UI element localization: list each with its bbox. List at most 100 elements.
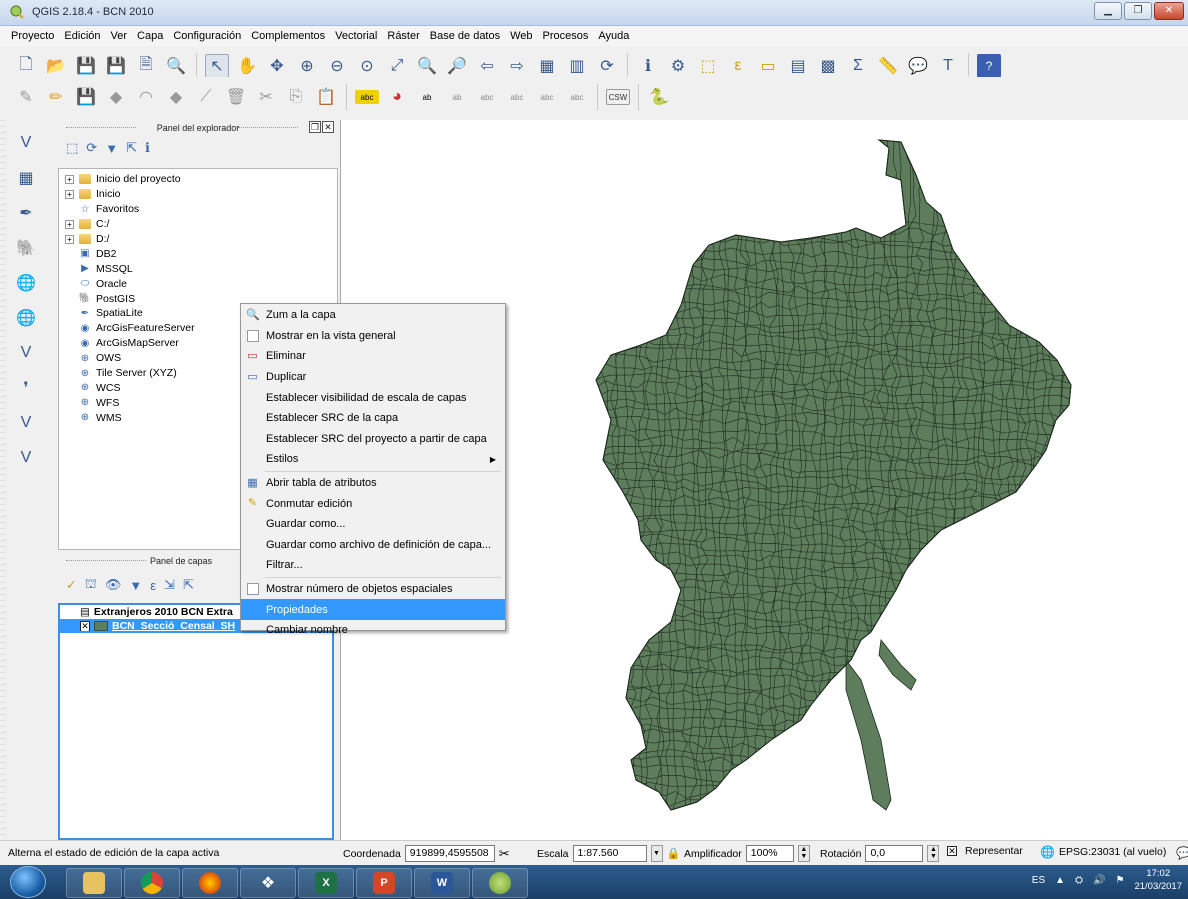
menu-complementos[interactable]: Complementos xyxy=(246,30,330,42)
zoom-next-icon[interactable]: ⇨ xyxy=(505,54,529,78)
volume-icon[interactable]: 🔊 xyxy=(1093,875,1105,886)
menu-vectorial[interactable]: Vectorial xyxy=(330,30,382,42)
new-print-composer-icon[interactable]: 🗎 xyxy=(134,54,158,78)
coordinate-field[interactable]: 919899,4595508 xyxy=(404,845,495,862)
browser-item[interactable]: ▣ DB2 xyxy=(59,246,337,261)
add-spatialite-icon[interactable]: ❜ xyxy=(12,375,40,401)
browser-item[interactable]: + D:/ xyxy=(59,232,337,247)
menu-proyecto[interactable]: Proyecto xyxy=(6,30,59,42)
menu-item-mostrar-número-de-objetos-espaciales[interactable]: Mostrar número de objetos espaciales xyxy=(241,579,505,600)
zoom-to-selection-icon[interactable]: 🔍 xyxy=(415,54,439,78)
refresh-icon[interactable]: ⟳ xyxy=(595,54,619,78)
menu-raster[interactable]: Ráster xyxy=(382,30,424,42)
toggle-editing-icon[interactable]: ✏ xyxy=(44,85,68,109)
identify-icon[interactable]: ℹ xyxy=(636,54,660,78)
browser-item[interactable]: + Inicio xyxy=(59,187,337,202)
menu-item-zum-a-la-capa[interactable]: 🔍 Zum a la capa xyxy=(241,305,505,326)
deselect-icon[interactable]: ▭ xyxy=(756,54,780,78)
menu-capa[interactable]: Capa xyxy=(132,30,168,42)
map-tips-icon[interactable]: 💬 xyxy=(906,54,930,78)
filter-browser-icon[interactable]: ▼ xyxy=(105,141,118,156)
open-project-icon[interactable]: 📂 xyxy=(44,54,68,78)
move-feature-icon[interactable]: ◆ xyxy=(164,85,188,109)
change-label-icon[interactable]: abc xyxy=(565,85,589,109)
browser-item[interactable]: ☆ Favoritos xyxy=(59,202,337,217)
add-virtual-layer-icon[interactable]: V xyxy=(12,410,40,436)
menu-item-establecer-visibilidad-de-escala-de-capas[interactable]: Establecer visibilidad de escala de capa… xyxy=(241,387,505,408)
magnifier-spinner[interactable]: ▲ ▼ xyxy=(797,845,810,862)
browser-item[interactable]: ▶ MSSQL xyxy=(59,261,337,276)
language-indicator[interactable]: ES xyxy=(1032,875,1045,886)
pan-to-selection-icon[interactable]: ✥ xyxy=(265,54,289,78)
paste-features-icon[interactable]: 📋 xyxy=(314,85,338,109)
layer-visibility-checkbox[interactable]: ✕ xyxy=(80,621,90,631)
pin-labels-icon[interactable]: ab xyxy=(445,85,469,109)
minimize-button[interactable]: ▁ xyxy=(1094,2,1122,20)
close-panel-button[interactable]: ✕ xyxy=(322,121,334,133)
zoom-out-icon[interactable]: ⊖ xyxy=(325,54,349,78)
run-action-icon[interactable]: ⚙ xyxy=(666,54,690,78)
zoom-in-icon[interactable]: ⊕ xyxy=(295,54,319,78)
rotation-field[interactable]: 0,0 xyxy=(865,845,924,862)
menu-procesos[interactable]: Procesos xyxy=(538,30,594,42)
rotation-spinner[interactable]: ▲ ▼ xyxy=(927,845,940,862)
label-toolbar-icon[interactable]: abc xyxy=(355,90,379,104)
add-selected-layers-icon[interactable]: ⬚ xyxy=(66,140,78,156)
metasearch-csw-icon[interactable]: CSW xyxy=(606,89,630,105)
expand-icon[interactable]: + xyxy=(65,219,74,229)
add-vector-layer-icon[interactable]: V xyxy=(12,130,40,156)
new-project-icon[interactable]: 🗋 xyxy=(14,54,38,78)
menu-item-cambiar-nombre[interactable]: Cambiar nombre xyxy=(241,620,505,641)
expand-icon[interactable]: + xyxy=(65,174,74,184)
menu-item-abrir-tabla-de-atributos[interactable]: ▦ Abrir tabla de atributos xyxy=(241,473,505,494)
add-wms-layer-icon[interactable]: 🌐 xyxy=(12,270,40,296)
add-delimited-text-icon[interactable]: ✒ xyxy=(12,200,40,226)
open-layer-styling-icon[interactable]: ✓ xyxy=(66,577,77,593)
taskbar-powerpoint[interactable]: P xyxy=(356,868,412,898)
menu-item-eliminar[interactable]: ▭ Eliminar xyxy=(241,346,505,367)
manage-visibility-icon[interactable]: 👁 xyxy=(105,577,122,593)
select-features-icon[interactable]: ⬚ xyxy=(696,54,720,78)
add-wfs-layer-icon[interactable]: V xyxy=(12,340,40,366)
save-edits-icon[interactable]: 💾 xyxy=(74,85,98,109)
text-annotation-icon[interactable]: T xyxy=(936,54,960,78)
expand-icon[interactable]: + xyxy=(65,189,74,199)
taskbar-excel[interactable]: X xyxy=(298,868,354,898)
zoom-actual-size-icon[interactable]: ⊙ xyxy=(355,54,379,78)
add-raster-layer-icon[interactable]: ▦ xyxy=(12,165,40,191)
windows-start-button[interactable] xyxy=(10,866,46,898)
current-edits-icon[interactable]: ✎ xyxy=(14,85,38,109)
bookmarks-icon[interactable]: ▥ xyxy=(565,54,589,78)
crs-globe-icon[interactable]: 🌐 xyxy=(1040,845,1055,859)
menu-item-guardar-como-archivo-de-definición-de-capa[interactable]: Guardar como archivo de definición de ca… xyxy=(241,535,505,556)
scale-dropdown-arrow[interactable]: ▼ xyxy=(650,845,663,862)
expand-all-icon[interactable]: ⇲ xyxy=(164,577,175,593)
menu-ayuda[interactable]: Ayuda xyxy=(593,30,634,42)
statistical-summary-icon[interactable]: Σ xyxy=(846,54,870,78)
menu-configuracion[interactable]: Configuración xyxy=(168,30,246,42)
attribute-table-icon[interactable]: ▤ xyxy=(786,54,810,78)
scale-combo[interactable]: 1:87.560 xyxy=(572,845,647,862)
clock[interactable]: 17:02 21/03/2017 xyxy=(1134,867,1182,893)
add-feature-icon[interactable]: ◆ xyxy=(104,85,128,109)
menu-item-estilos[interactable]: Estilos ▶ xyxy=(241,449,505,470)
taskbar-word[interactable]: W xyxy=(414,868,470,898)
save-as-icon[interactable]: 💾 xyxy=(104,54,128,78)
zoom-last-icon[interactable]: ⇦ xyxy=(475,54,499,78)
copy-features-icon[interactable]: ⎘ xyxy=(284,85,308,109)
menu-item-guardar-como[interactable]: Guardar como... xyxy=(241,514,505,535)
taskbar-file-explorer[interactable] xyxy=(66,868,122,898)
save-project-icon[interactable]: 💾 xyxy=(74,54,98,78)
rotate-label-icon[interactable]: abc xyxy=(535,85,559,109)
menu-base-de-datos[interactable]: Base de datos xyxy=(425,30,505,42)
menu-item-duplicar[interactable]: ▭ Duplicar xyxy=(241,367,505,388)
network-icon[interactable]: ⛭ xyxy=(1075,875,1083,886)
add-postgis-layer-icon[interactable]: 🐘 xyxy=(12,235,40,261)
crs-label[interactable]: EPSG:23031 (al vuelo) xyxy=(1059,846,1166,858)
python-console-icon[interactable]: 🐍 xyxy=(647,85,671,109)
collapse-all-icon[interactable]: ⇱ xyxy=(126,140,137,156)
highlight-pinned-labels-icon[interactable]: ab xyxy=(415,85,439,109)
menu-item-establecer-src-de-la-capa[interactable]: Establecer SRC de la capa xyxy=(241,408,505,429)
show-hidden-icons-icon[interactable]: ▲ xyxy=(1055,875,1065,886)
node-tool-icon[interactable]: ⟋ xyxy=(194,85,218,109)
